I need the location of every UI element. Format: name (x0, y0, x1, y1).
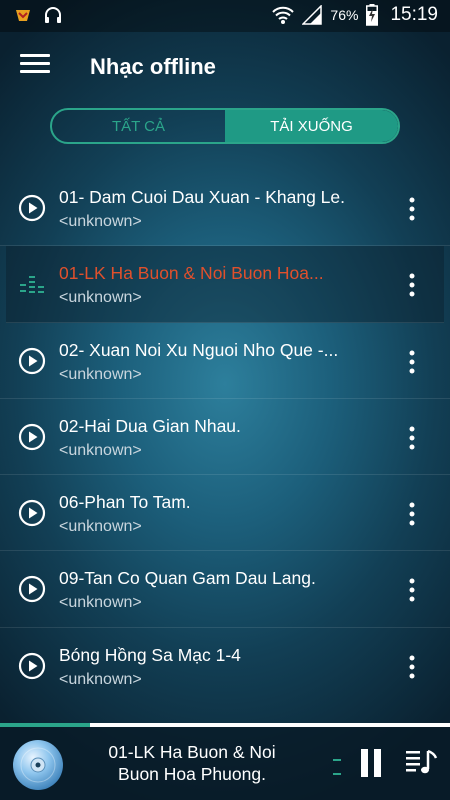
hamburger-menu-icon[interactable] (20, 54, 50, 80)
more-options-icon[interactable] (404, 196, 420, 222)
equalizer-icon (20, 276, 44, 294)
play-circle-icon[interactable] (18, 652, 46, 680)
song-artist: <unknown> (59, 670, 142, 688)
mini-equalizer-icon (333, 759, 341, 775)
song-title: 01-LK Ha Buon & Noi Buon Hoa... (59, 263, 324, 284)
song-artist: <unknown> (59, 441, 142, 459)
play-circle-icon[interactable] (18, 194, 46, 222)
song-artist: <unknown> (59, 365, 142, 383)
song-row[interactable]: 01- Dam Cuoi Dau Xuan - Khang Le. <unkno… (0, 170, 450, 247)
song-row[interactable]: 06-Phan To Tam. <unknown> (0, 475, 450, 552)
clock: 15:19 (390, 4, 438, 25)
now-playing-line-2: Buon Hoa Phuong. (118, 764, 266, 784)
page-title: Nhạc offline (90, 54, 216, 79)
song-artist: <unknown> (59, 594, 142, 612)
play-circle-icon[interactable] (18, 575, 46, 603)
album-disc-icon[interactable] (12, 739, 64, 791)
more-options-icon[interactable] (404, 577, 420, 603)
song-row[interactable]: 02-Hai Dua Gian Nhau. <unknown> (0, 399, 450, 476)
now-playing-line-1: 01-LK Ha Buon & Noi (108, 742, 276, 762)
tab-downloaded[interactable]: TẢI XUỐNG (225, 110, 398, 142)
play-circle-icon[interactable] (18, 499, 46, 527)
song-title: Bóng Hồng Sa Mạc 1-4 (59, 644, 241, 665)
play-circle-icon[interactable] (18, 347, 46, 375)
song-row-now-playing[interactable]: 01-LK Ha Buon & Noi Buon Hoa... <unknown… (6, 246, 444, 323)
battery-percent: 76% (330, 7, 359, 23)
song-artist: <unknown> (59, 289, 142, 307)
song-artist: <unknown> (59, 213, 142, 230)
more-options-icon[interactable] (404, 501, 420, 527)
battery-charging-icon (366, 4, 379, 26)
signal-icon (302, 5, 323, 25)
play-circle-icon[interactable] (18, 423, 46, 451)
song-title: 09-Tan Co Quan Gam Dau Lang. (59, 568, 316, 589)
song-list: 01- Dam Cuoi Dau Xuan - Khang Le. <unkno… (0, 170, 450, 704)
song-row[interactable]: Bóng Hồng Sa Mạc 1-4 <unknown> (0, 628, 450, 704)
more-options-icon[interactable] (404, 654, 420, 680)
status-bar: 76% 15:19 (0, 0, 450, 32)
more-options-icon[interactable] (404, 272, 420, 298)
song-title: 06-Phan To Tam. (59, 492, 191, 513)
playlist-icon[interactable] (404, 747, 438, 779)
song-artist: <unknown> (59, 518, 142, 536)
song-row[interactable]: 09-Tan Co Quan Gam Dau Lang. <unknown> (0, 551, 450, 628)
headphones-icon (45, 7, 61, 23)
more-options-icon[interactable] (404, 425, 420, 451)
app-notification-icon (16, 10, 30, 21)
wifi-icon (272, 6, 295, 24)
song-title: 02- Xuan Noi Xu Nguoi Nho Que -... (59, 339, 339, 360)
pause-button[interactable] (360, 749, 382, 777)
song-title: 02-Hai Dua Gian Nhau. (59, 415, 241, 436)
app-header: Nhạc offline (0, 32, 450, 102)
tab-all[interactable]: TẤT CẢ (52, 110, 225, 142)
tab-switcher: TẤT CẢ TẢI XUỐNG (50, 108, 400, 144)
song-title: 01- Dam Cuoi Dau Xuan - Khang Le. (59, 187, 345, 207)
more-options-icon[interactable] (404, 349, 420, 375)
song-row[interactable]: 02- Xuan Noi Xu Nguoi Nho Que -... <unkn… (0, 323, 450, 399)
mini-player: 01-LK Ha Buon & Noi Buon Hoa Phuong. (0, 727, 450, 800)
now-playing-title[interactable]: 01-LK Ha Buon & Noi Buon Hoa Phuong. (82, 741, 302, 785)
